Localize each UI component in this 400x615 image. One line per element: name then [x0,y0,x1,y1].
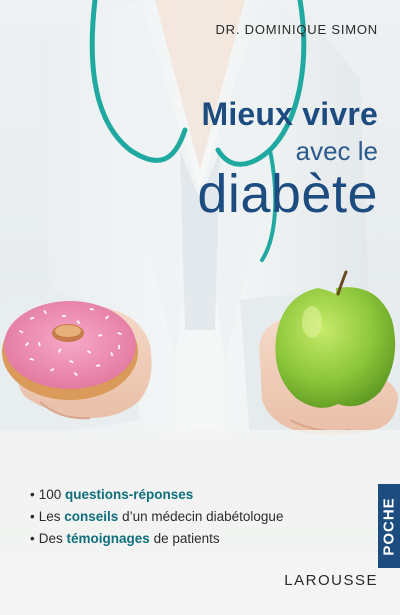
title-line-1: Mieux vivre [201,96,378,132]
feature-item: • Les conseils d’un médecin diabétologue [30,509,284,524]
pink-donut-icon [2,301,138,400]
publisher-name: LAROUSSE [284,572,378,589]
series-badge: POCHE [378,484,400,568]
book-title: Mieux vivre avec le diabète [197,95,378,225]
feature-item: • 100 questions-réponses [30,487,194,502]
book-cover: DR. DOMINIQUE SIMON Mieux vivre avec le … [0,0,400,615]
series-label: POCHE [380,496,398,556]
bullet-icon: • [30,487,35,502]
title-line-3: diabète [197,164,378,224]
feature-list: • 100 questions-réponses • Les conseils d’… [30,484,283,550]
bullet-icon: • [30,531,35,546]
bullet-icon: • [30,509,35,524]
author-name: DR. DOMINIQUE SIMON [215,22,378,37]
feature-item: • Des témoignages de patients [30,531,220,546]
